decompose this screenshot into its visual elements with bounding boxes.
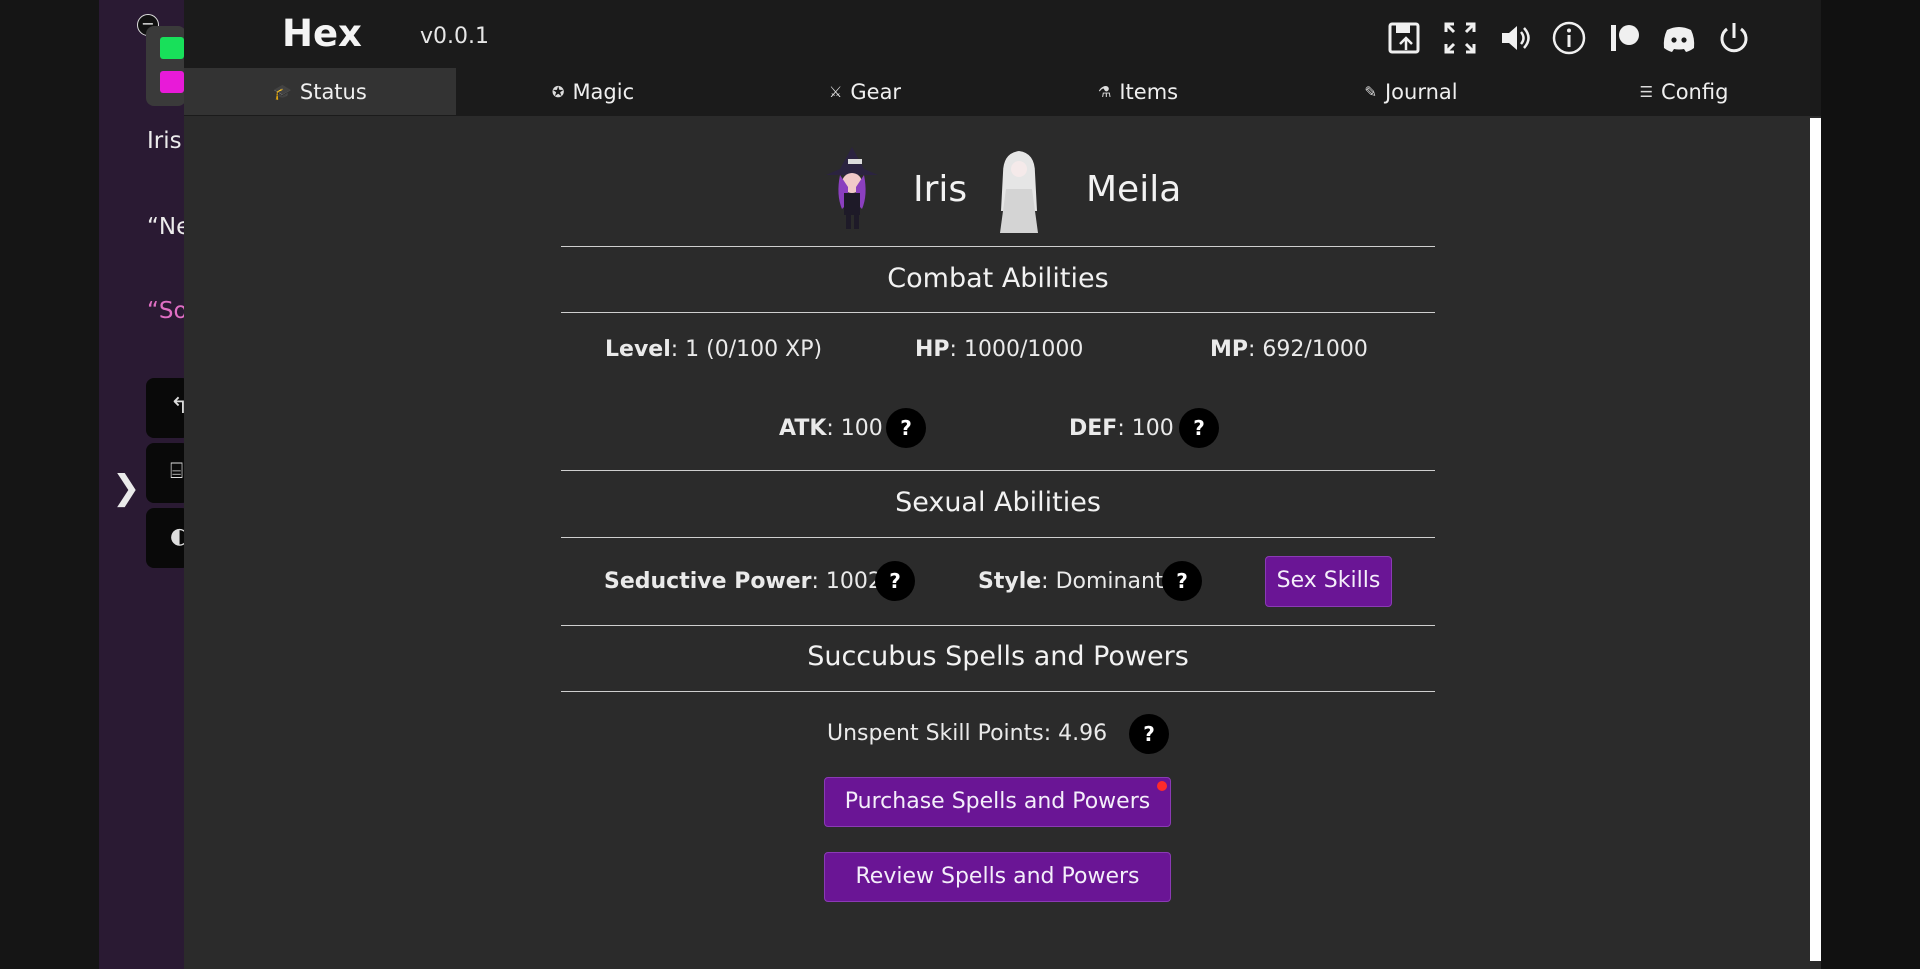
seductive-power-stat: Seductive Power: 1002 [604, 569, 882, 594]
magenta-swatch[interactable] [160, 71, 184, 93]
divider [561, 691, 1435, 692]
style-label: Style [978, 569, 1042, 594]
hp-label: HP [915, 337, 950, 362]
right-margin [1821, 0, 1920, 969]
style-value: : Dominant [1041, 569, 1164, 594]
iris-sprite[interactable] [820, 145, 884, 233]
atk-stat: ATK: 100 [779, 416, 883, 441]
succubus-spells-heading: Succubus Spells and Powers [807, 641, 1189, 672]
unspent-skill-points-stat: Unspent Skill Points: 4.96 [827, 721, 1107, 746]
meila-sprite[interactable] [994, 149, 1044, 235]
sexual-abilities-heading: Sexual Abilities [895, 487, 1101, 518]
atk-label: ATK [779, 416, 827, 441]
skill-points-help-button[interactable]: ? [1129, 714, 1169, 754]
mp-label: MP [1210, 337, 1249, 362]
green-swatch[interactable] [160, 37, 184, 59]
discord-icon[interactable] [1661, 20, 1697, 56]
menu-header: Hex v0.0.1 🎓 Status ✪ Magic ⚔ Gear ⚗ Ite… [184, 0, 1821, 116]
menu-tabs: 🎓 Status ✪ Magic ⚔ Gear ⚗ Items ✎ Journa… [184, 68, 1821, 115]
info-icon[interactable] [1551, 20, 1587, 56]
version-label: v0.0.1 [420, 24, 489, 49]
divider [561, 537, 1435, 538]
items-icon: ⚗ [1097, 82, 1112, 101]
status-icon: 🎓 [273, 82, 292, 101]
tab-label: Items [1119, 79, 1179, 104]
purchase-spells-button[interactable]: Purchase Spells and Powers [824, 777, 1171, 827]
patreon-icon[interactable] [1607, 20, 1643, 56]
power-icon[interactable] [1716, 20, 1752, 56]
def-help-button[interactable]: ? [1179, 408, 1219, 448]
notification-dot [1157, 781, 1167, 791]
def-value: : 100 [1117, 416, 1174, 441]
volume-icon[interactable] [1497, 20, 1533, 56]
mp-value: : 692/1000 [1248, 337, 1368, 362]
tab-label: Journal [1384, 79, 1458, 104]
level-label: Level [605, 337, 671, 362]
tab-config[interactable]: ☰ Config [1548, 68, 1820, 115]
atk-help-button[interactable]: ? [886, 408, 926, 448]
hp-value: : 1000/1000 [949, 337, 1084, 362]
journal-icon: ✎ [1364, 82, 1377, 101]
fullscreen-icon[interactable] [1442, 20, 1478, 56]
party-row: Iris Meila [184, 145, 1821, 235]
tab-items[interactable]: ⚗ Items [1002, 68, 1274, 115]
level-stat: Level: 1 (0/100 XP) [605, 337, 822, 362]
config-icon: ☰ [1639, 82, 1654, 101]
style-help-button[interactable]: ? [1162, 561, 1202, 601]
tab-magic[interactable]: ✪ Magic [457, 68, 729, 115]
gear-icon: ⚔ [828, 82, 843, 101]
purchase-spells-label: Purchase Spells and Powers [844, 789, 1151, 814]
seductive-help-button[interactable]: ? [875, 561, 915, 601]
seductive-power-value: : 1002 [811, 569, 882, 594]
def-label: DEF [1069, 416, 1118, 441]
tab-label: Status [299, 79, 367, 104]
skill-points-label: Unspent Skill Points [827, 721, 1044, 746]
def-stat: DEF: 100 [1069, 416, 1174, 441]
tab-gear[interactable]: ⚔ Gear [729, 68, 1001, 115]
atk-value: : 100 [826, 416, 883, 441]
scrollbar[interactable] [1810, 118, 1821, 961]
character-name-iris: Iris [913, 169, 968, 210]
divider [561, 470, 1435, 471]
sex-skills-button[interactable]: Sex Skills [1265, 556, 1392, 607]
seductive-power-label: Seductive Power [604, 569, 812, 594]
mp-stat: MP: 692/1000 [1210, 337, 1368, 362]
status-menu-overlay: Hex v0.0.1 🎓 Status ✪ Magic ⚔ Gear ⚗ Ite… [184, 0, 1821, 969]
game-title: Hex [282, 12, 362, 55]
character-name-meila: Meila [1086, 169, 1182, 210]
hp-stat: HP: 1000/1000 [915, 337, 1083, 362]
tab-journal[interactable]: ✎ Journal [1275, 68, 1547, 115]
tab-status[interactable]: 🎓 Status [184, 68, 456, 115]
review-spells-button[interactable]: Review Spells and Powers [824, 852, 1171, 902]
style-stat: Style: Dominant [978, 569, 1164, 594]
skill-points-value: : 4.96 [1043, 721, 1108, 746]
level-value: : 1 (0/100 XP) [670, 337, 823, 362]
tab-label: Config [1661, 79, 1729, 104]
tab-label: Gear [850, 79, 902, 104]
background-speaker-name: Iris [147, 128, 182, 154]
expand-chevron-icon[interactable]: ❯ [112, 468, 141, 508]
left-margin [0, 0, 99, 969]
save-icon[interactable] [1386, 20, 1422, 56]
divider [561, 312, 1435, 313]
combat-abilities-heading: Combat Abilities [887, 263, 1109, 294]
background-dialogue-line-2: “So [147, 298, 188, 324]
divider [561, 246, 1435, 247]
divider [561, 625, 1435, 626]
magic-icon: ✪ [551, 82, 565, 101]
tab-label: Magic [572, 79, 635, 104]
